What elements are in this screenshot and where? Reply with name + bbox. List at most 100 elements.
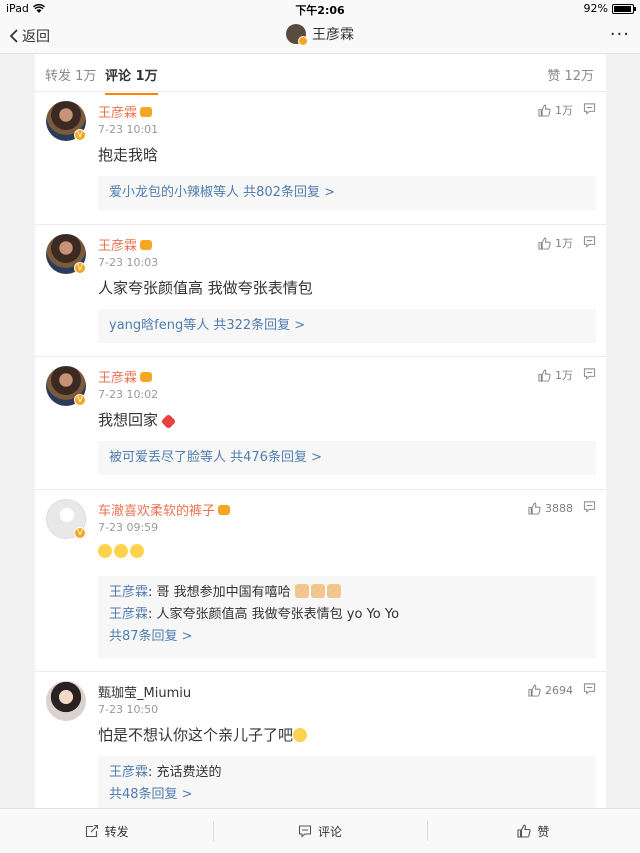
like-count: 2694 [545, 683, 573, 697]
reply-summary[interactable]: 被可爱丢尽了脸等人 共476条回复 > [98, 441, 596, 475]
reply-summary-link[interactable]: 被可爱丢尽了脸等人 共476条回复 > [109, 450, 322, 465]
username-text[interactable]: 车澈喜欢柔软的裤子 [98, 500, 215, 519]
clock: 下午2:06 [295, 4, 345, 17]
reply-summary-link[interactable]: 共87条回复 > [109, 626, 585, 648]
comment-time: 7-23 10:02 [98, 388, 159, 401]
verified-badge-icon: V [74, 129, 86, 141]
comment-actions: 1万 [538, 235, 596, 251]
like-button[interactable]: 赞 [426, 809, 640, 853]
comment-icon [298, 825, 312, 838]
emoji-icon [98, 544, 112, 558]
crown-icon [140, 106, 153, 117]
like-button[interactable]: 1万 [538, 235, 573, 251]
reply-icon [583, 236, 596, 248]
tab-comment[interactable]: 评论 1万 [105, 65, 158, 95]
reply-button[interactable] [583, 235, 596, 251]
avatar[interactable] [46, 681, 86, 721]
thumb-up-icon [538, 369, 551, 382]
verified-badge-icon: V [74, 394, 86, 406]
comment-actions: 2694 [528, 682, 596, 698]
hand-gesture-icon [310, 584, 325, 598]
comment-button[interactable]: 评论 [213, 809, 426, 853]
like-count: 1万 [555, 369, 573, 382]
reply-line: 王彦霖: 哥 我想参加中国有嘻哈 [109, 582, 585, 604]
repost-button[interactable]: 转发 [0, 809, 213, 853]
comment-text: 人家夸张颜值高 我做夸张表情包 [98, 279, 313, 297]
nav-bar: 返回 王彦霖 ··· [0, 18, 640, 54]
reply-text: : 哥 我想参加中国有嘻哈 [148, 585, 291, 600]
tab-repost[interactable]: 转发 1万 [45, 65, 96, 84]
username-text[interactable]: 王彦霖 [98, 102, 137, 121]
comment-username[interactable]: 甄珈莹_Miumiu [98, 682, 191, 701]
reply-thread[interactable]: 王彦霖: 哥 我想参加中国有嘻哈 王彦霖: 人家夸张颜值高 我做夸张表情包 yo… [98, 576, 596, 658]
crown-icon [140, 371, 153, 382]
thumb-up-icon [538, 237, 551, 250]
reply-button[interactable] [583, 367, 596, 383]
reply-icon [583, 103, 596, 115]
reply-text: : 人家夸张颜值高 我做夸张表情包 yo Yo Yo [148, 607, 400, 622]
comment-item[interactable]: 甄珈莹_Miumiu 7-23 10:50 2694 怕是不想认你这个亲儿子了吧… [35, 672, 606, 808]
comment-username[interactable]: 王彦霖 [98, 102, 153, 121]
reply-line: 王彦霖: 充话费送的 [109, 762, 585, 784]
like-label: 赞 [537, 824, 550, 839]
tab-bar: 转发 1万 评论 1万 赞 12万 [35, 54, 606, 95]
like-button[interactable]: 1万 [538, 102, 573, 118]
bottom-toolbar: 转发 评论 赞 [0, 808, 640, 853]
like-button[interactable]: 3888 [528, 502, 573, 515]
like-button[interactable]: 1万 [538, 367, 573, 383]
tab-like[interactable]: 赞 12万 [547, 65, 594, 84]
reply-author[interactable]: 王彦霖 [109, 585, 148, 600]
username-text[interactable]: 王彦霖 [98, 367, 137, 386]
verified-badge-icon: V [74, 527, 86, 539]
comment-item[interactable]: V 王彦霖 7-23 10:01 1万 抱走我晗 爱小龙包的小辣椒等人 共802… [35, 92, 606, 225]
comment-username[interactable]: 王彦霖 [98, 367, 153, 386]
battery-icon [612, 3, 636, 14]
reply-summary-link[interactable]: yang晗feng等人 共322条回复 > [109, 318, 305, 333]
comment-text: 怕是不想认你这个亲儿子了吧 [98, 724, 309, 745]
hand-gesture-icon [294, 584, 309, 598]
comment-text-content: 我想回家 [98, 411, 159, 429]
comment-text: 我想回家 [98, 409, 177, 430]
comment-label: 评论 [317, 824, 342, 839]
reply-summary[interactable]: 爱小龙包的小辣椒等人 共802条回复 > [98, 176, 596, 210]
verified-badge-icon: V [74, 262, 86, 274]
reply-summary-link[interactable]: 共48条回复 > [109, 784, 585, 806]
reply-button[interactable] [583, 682, 596, 698]
reply-icon [583, 501, 596, 513]
comment-username[interactable]: 车澈喜欢柔软的裤子 [98, 500, 231, 519]
comment-item[interactable]: V 王彦霖 7-23 10:03 1万 人家夸张颜值高 我做夸张表情包 yang… [35, 225, 606, 357]
username-text[interactable]: 甄珈莹_Miumiu [98, 682, 191, 701]
comment-actions: 1万 [538, 102, 596, 118]
status-bar: iPad 下午2:06 92% [0, 0, 640, 18]
reply-line: 王彦霖: 人家夸张颜值高 我做夸张表情包 yo Yo Yo [109, 604, 585, 626]
like-count: 1万 [555, 237, 573, 250]
reply-author[interactable]: 王彦霖 [109, 765, 148, 780]
like-button[interactable]: 2694 [528, 684, 573, 697]
repost-icon [85, 824, 98, 838]
comment-username[interactable]: 王彦霖 [98, 235, 153, 254]
comment-actions: 3888 [528, 500, 596, 516]
broken-heart-icon [160, 413, 177, 430]
reply-button[interactable] [583, 500, 596, 516]
comment-item[interactable]: V 车澈喜欢柔软的裤子 7-23 09:59 3888 王彦霖: 哥 我想参加中… [35, 490, 606, 672]
avatar[interactable] [286, 24, 308, 46]
comment-text [98, 542, 146, 560]
more-icon[interactable]: ··· [610, 24, 630, 45]
reply-summary[interactable]: yang晗feng等人 共322条回复 > [98, 309, 596, 343]
reply-summary-link[interactable]: 爱小龙包的小辣椒等人 共802条回复 > [109, 185, 335, 200]
crown-icon [218, 504, 231, 515]
emoji-icon [130, 544, 144, 558]
reply-icon [583, 683, 596, 695]
reply-thread[interactable]: 王彦霖: 充话费送的 共48条回复 > [98, 756, 596, 808]
crown-icon [140, 239, 153, 250]
reply-button[interactable] [583, 102, 596, 118]
page-title-text: 王彦霖 [312, 27, 354, 43]
username-text[interactable]: 王彦霖 [98, 235, 137, 254]
comment-text-content: 怕是不想认你这个亲儿子了吧 [98, 726, 294, 744]
comment-time: 7-23 10:50 [98, 703, 159, 716]
thumb-up-icon [517, 824, 531, 838]
comment-item[interactable]: V 王彦霖 7-23 10:02 1万 我想回家 被可爱丢尽了脸等人 共476条… [35, 357, 606, 490]
thumb-up-icon [528, 684, 541, 697]
comment-time: 7-23 10:01 [98, 123, 159, 136]
reply-author[interactable]: 王彦霖 [109, 607, 148, 622]
